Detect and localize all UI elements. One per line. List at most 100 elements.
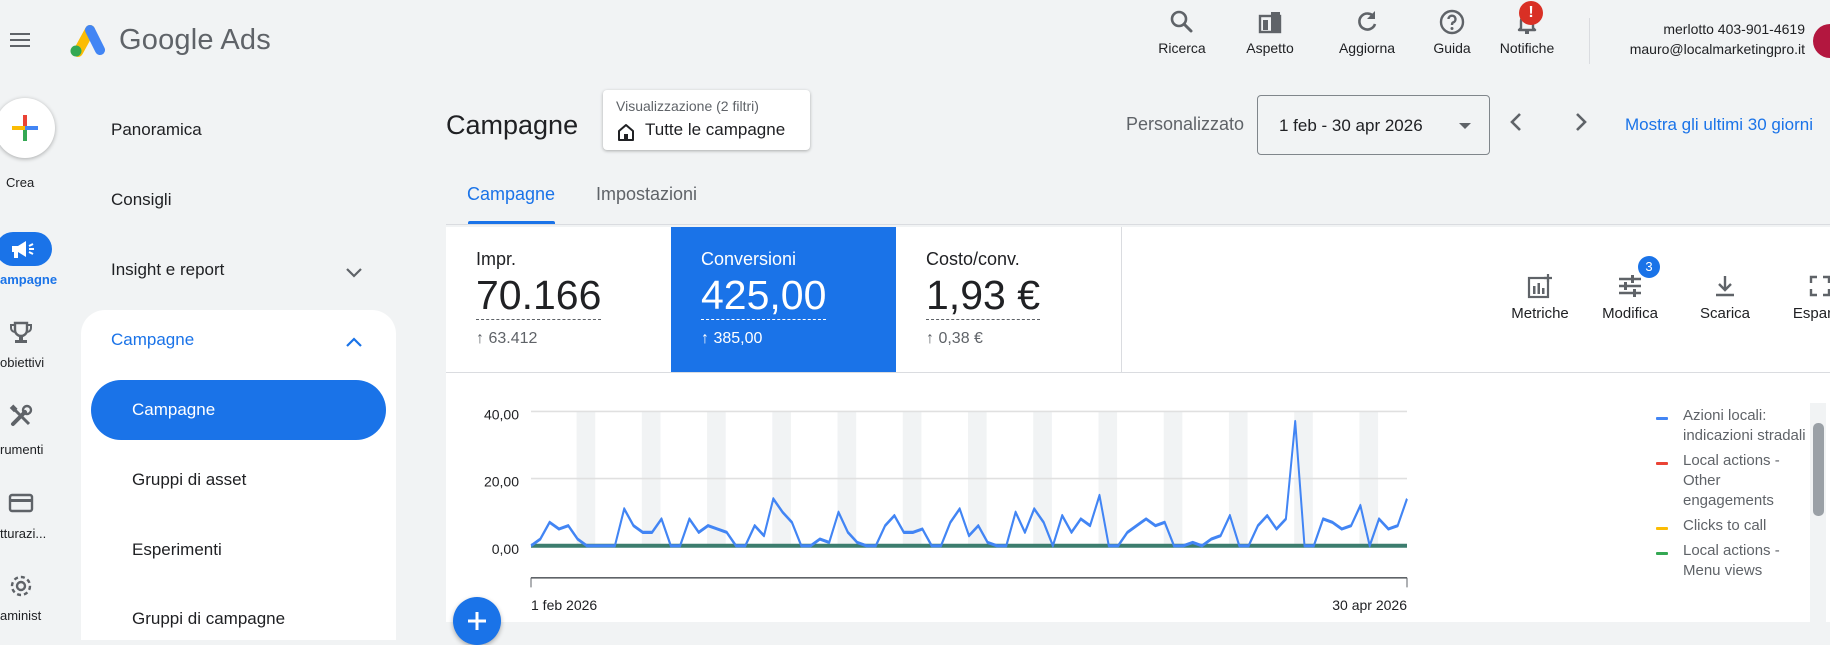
legend-label: Azioni locali: indicazioni stradali [1683, 407, 1806, 444]
date-range-select[interactable]: 1 feb - 30 apr 2026 [1257, 95, 1490, 155]
chevron-up-icon[interactable] [343, 331, 365, 353]
rail-label-admin: aminist [0, 608, 42, 623]
show-last-30-days-link[interactable]: Mostra gli ultimi 30 giorni [1625, 115, 1813, 135]
edit-tool-label: Modifica [1602, 305, 1658, 322]
legend-swatch-red [1656, 462, 1668, 465]
download-icon [1716, 276, 1734, 297]
topbar-divider [1589, 18, 1590, 64]
rail-label-billing: tturazi... [0, 526, 47, 541]
y-axis-ticks: 40,00 20,00 0,00 [484, 406, 519, 556]
plus-icon [12, 115, 38, 141]
metric-title: Impr. [476, 249, 517, 269]
legend-item[interactable]: Azioni locali: indicazioni stradali [1652, 406, 1812, 446]
menu-icon[interactable] [6, 24, 38, 56]
page-title: Campagne [446, 110, 579, 140]
gear-icon[interactable] [8, 573, 34, 599]
y-tick-label: 0,00 [492, 541, 519, 557]
plus-icon [468, 612, 486, 630]
date-range-value: 1 feb - 30 apr 2026 [1279, 116, 1423, 135]
metric-delta: ↑ 0,38 € [926, 330, 983, 347]
home-icon [616, 122, 636, 142]
legend-item[interactable]: Local actions - Other engagements [1652, 451, 1812, 511]
nav-item-experiments[interactable]: Esperimenti [132, 540, 222, 560]
help-icon [1439, 9, 1465, 35]
view-filter-caption: Visualizzazione (2 filtri) [616, 98, 759, 114]
x-tick-start: 1 feb 2026 [531, 597, 597, 613]
metric-delta: ↑ 63.412 [476, 330, 538, 347]
refresh-icon [1358, 11, 1377, 31]
rail-label-tools: rumenti [0, 442, 44, 457]
fullscreen-icon [1809, 275, 1830, 297]
nav-group-header[interactable]: Campagne [111, 330, 194, 350]
create-label: Crea [6, 175, 35, 190]
appearance-icon [1258, 12, 1282, 34]
legend-swatch-yellow [1656, 527, 1668, 530]
metrics-tool-label: Metriche [1511, 305, 1569, 322]
tab-settings[interactable]: Impostazioni [596, 184, 697, 205]
chevron-down-icon[interactable] [343, 262, 365, 284]
account-name[interactable]: merlotto 403-901-4619 [1600, 21, 1805, 37]
download-tool-label: Scarica [1699, 305, 1751, 322]
tools-icon[interactable] [8, 403, 34, 429]
chevron-left-icon[interactable] [1506, 111, 1528, 133]
expand-tool-button[interactable]: Espandi [1780, 272, 1830, 322]
legend-swatch-blue [1656, 417, 1668, 420]
metrics-divider [1121, 227, 1122, 372]
account-email[interactable]: mauro@localmarketingpro.it [1600, 41, 1805, 57]
view-filter-value: Tutte le campagne [645, 120, 786, 139]
metric-value: 1,93 € [926, 273, 1040, 321]
expand-tool-label: Espandi [1792, 305, 1830, 322]
nav-item-campaign-groups[interactable]: Gruppi di campagne [132, 609, 285, 629]
view-filter-button[interactable]: Visualizzazione (2 filtri) Tutte le camp… [603, 90, 810, 150]
rail-label-objectives: obiettivi [0, 355, 45, 370]
legend-item[interactable]: Clicks to call [1652, 516, 1812, 536]
help-button-label: Guida [1433, 40, 1471, 56]
trophy-icon[interactable] [8, 320, 34, 346]
add-campaign-fab[interactable] [453, 597, 501, 645]
nav-item-insights[interactable]: Insight e report [111, 260, 224, 280]
nav-item-campaigns-active[interactable]: Campagne [91, 380, 386, 440]
metric-value: 70.166 [476, 273, 602, 321]
rail-label-campaigns: ampagne [0, 272, 58, 287]
edit-tool-button[interactable]: Modifica [1590, 272, 1670, 322]
legend-item[interactable]: Local actions - Menu views [1652, 541, 1812, 581]
caret-down-icon [1457, 121, 1473, 131]
google-ads-logo [66, 22, 106, 58]
legend-label: Local actions - Other engagements [1683, 452, 1780, 509]
legend-label: Clicks to call [1683, 517, 1767, 534]
legend-label: Local actions - Menu views [1683, 542, 1780, 579]
edit-count-badge: 3 [1638, 256, 1660, 278]
brand-name: Google Ads [119, 24, 271, 56]
appearance-button[interactable]: Aspetto [1234, 8, 1306, 68]
legend-scrollbar-thumb[interactable] [1813, 423, 1824, 516]
appearance-button-label: Aspetto [1246, 40, 1294, 56]
tab-campaigns[interactable]: Campagne [467, 184, 555, 205]
nav-item-overview[interactable]: Panoramica [111, 120, 202, 140]
metric-title: Conversioni [701, 249, 797, 269]
notifications-button-label: Notifiche [1499, 40, 1555, 56]
create-button[interactable] [0, 98, 55, 158]
nav-item-asset-groups[interactable]: Gruppi di asset [132, 470, 246, 490]
performance-chart: 40,00 20,00 0,00 1 feb 2026 30 apr 2026 [484, 406, 1408, 613]
legend-swatch-green [1656, 552, 1668, 555]
refresh-button[interactable]: Aggiorna [1324, 8, 1410, 68]
search-button[interactable]: Ricerca [1150, 8, 1214, 68]
download-tool-button[interactable]: Scarica [1685, 272, 1765, 322]
chevron-right-icon[interactable] [1569, 111, 1591, 133]
credit-card-icon[interactable] [8, 490, 34, 516]
y-tick-label: 20,00 [484, 474, 519, 490]
metric-impressions[interactable]: Impr. 70.166 ↑ 63.412 [446, 227, 671, 372]
nav-item-recommendations[interactable]: Consigli [111, 190, 171, 210]
metric-title: Costo/conv. [926, 249, 1020, 269]
notification-badge: ! [1519, 1, 1543, 25]
metric-cost-per-conversion[interactable]: Costo/conv. 1,93 € ↑ 0,38 € [896, 227, 1121, 372]
search-icon [1170, 10, 1193, 33]
megaphone-icon [12, 241, 34, 258]
rail-item-campaigns[interactable] [0, 232, 52, 266]
search-button-label: Ricerca [1158, 40, 1206, 56]
metrics-tool-button[interactable]: Metriche [1500, 272, 1580, 322]
metric-conversions[interactable]: Conversioni 425,00 ↑ 385,00 [671, 227, 896, 372]
help-button[interactable]: Guida [1422, 8, 1482, 68]
chart-legend: Azioni locali: indicazioni stradali Loca… [1652, 406, 1812, 586]
date-range-type: Personalizzato [1126, 114, 1245, 134]
